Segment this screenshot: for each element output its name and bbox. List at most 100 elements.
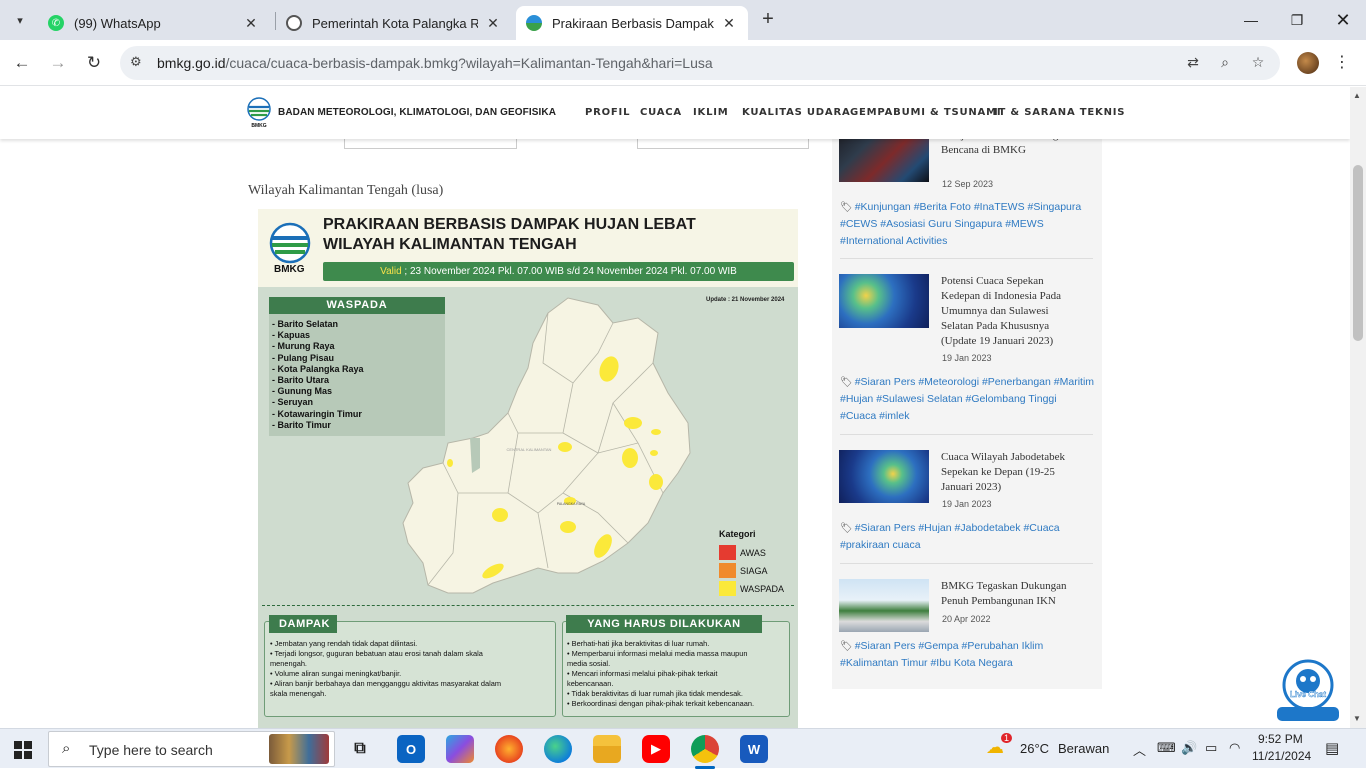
menu-gempabumi[interactable]: GEMPABUMI & TSUNAMI [850, 107, 1001, 118]
tag-link[interactable]: #Cuaca [1023, 522, 1059, 534]
copilot-icon[interactable] [446, 735, 474, 763]
weather-desc[interactable]: Berawan [1058, 741, 1109, 756]
restore-button[interactable]: ❐ [1274, 0, 1320, 40]
dampak-header: DAMPAK [269, 615, 337, 633]
tag-link[interactable]: #InaTEWS [974, 201, 1025, 213]
notification-icon[interactable]: ▤ [1325, 739, 1339, 757]
news-tags: 🏷 #Siaran Pers #Gempa #Perubahan Iklim #K… [840, 638, 1095, 672]
scrollbar-thumb[interactable] [1353, 165, 1363, 341]
tag-link[interactable]: #International Activities [840, 235, 947, 247]
file-explorer-icon[interactable] [593, 735, 621, 763]
tag-link[interactable]: #Kalimantan Timur [840, 657, 928, 669]
svg-text:PALANGKA RAYA: PALANGKA RAYA [557, 502, 586, 506]
tag-link[interactable]: #Ibu Kota Negara [930, 657, 1012, 669]
tag-link[interactable]: #Singapura [1028, 201, 1082, 213]
news-title[interactable]: BMKG Tegaskan Dukungan Penuh Pembangunan… [941, 579, 1091, 609]
outlook-icon[interactable]: O [397, 735, 425, 763]
news-thumbnail[interactable] [839, 274, 929, 328]
tag-link[interactable]: #imlek [879, 410, 909, 422]
tag-link[interactable]: #Siaran Pers [855, 640, 916, 652]
chrome-icon[interactable] [691, 735, 719, 763]
tag-link[interactable]: #Hujan [840, 393, 873, 405]
weather-temp[interactable]: 26°C [1020, 741, 1049, 756]
tab-pemerintah[interactable]: Pemerintah Kota Palangka Raya ✕ [276, 6, 512, 40]
forward-button[interactable]: → [45, 50, 71, 76]
youtube-icon[interactable]: ▶ [642, 735, 670, 763]
scroll-up-icon[interactable]: ▲ [1353, 91, 1361, 100]
tag-link[interactable]: #Sulawesi Selatan [876, 393, 962, 405]
site-info-icon[interactable]: ⚙ [130, 54, 142, 70]
volume-icon[interactable]: 🔊 [1181, 740, 1197, 756]
live-chat-button[interactable]: Live Chat [1276, 659, 1340, 723]
task-view-icon[interactable]: ⧉ [346, 735, 374, 763]
tag-link[interactable]: #Siaran Pers [855, 376, 916, 388]
clock-date[interactable]: 11/21/2024 [1252, 749, 1311, 763]
close-window-button[interactable]: ✕ [1320, 0, 1366, 40]
close-tab-icon[interactable]: ✕ [242, 15, 260, 32]
new-tab-button[interactable]: + [756, 8, 780, 32]
taskbar-search-box[interactable]: ⌕ Type here to search [48, 731, 335, 767]
list-item: menengah. [270, 659, 307, 668]
browser-menu-icon[interactable]: ⋮ [1334, 52, 1350, 72]
back-button[interactable]: ← [9, 50, 35, 76]
tag-link[interactable]: #Maritim [1054, 376, 1094, 388]
tag-link[interactable]: #Penerbangan [982, 376, 1051, 388]
tag-link[interactable]: #Asosiasi Guru Singapura [880, 218, 1002, 230]
news-thumbnail[interactable] [839, 450, 929, 503]
windows-start-icon[interactable] [14, 741, 32, 759]
tag-link[interactable]: #Berita Foto [914, 201, 971, 213]
reload-button[interactable]: ↻ [81, 50, 107, 76]
tag-link[interactable]: #Kunjungan [855, 201, 911, 213]
tag-link[interactable]: #Jabodetabek [955, 522, 1021, 534]
battery-icon[interactable]: ▭ [1205, 740, 1217, 756]
tag-link[interactable]: #Meteorologi [918, 376, 979, 388]
url-text[interactable]: bmkg.go.id/cuaca/cuaca-berbasis-dampak.b… [157, 55, 713, 71]
profile-avatar[interactable] [1297, 52, 1319, 74]
tab-whatsapp[interactable]: ✆ (99) WhatsApp ✕ [38, 6, 270, 40]
menu-kualitas-udara[interactable]: KUALITAS UDARA [742, 107, 851, 118]
update-date: Update : 21 November 2024 [706, 297, 785, 303]
close-tab-icon[interactable]: ✕ [720, 15, 738, 32]
news-thumbnail[interactable] [839, 579, 929, 632]
menu-cuaca[interactable]: CUACA [640, 107, 682, 118]
region-title: Wilayah Kalimantan Tengah (lusa) [248, 183, 444, 198]
wifi-icon[interactable]: ◠ [1229, 740, 1240, 756]
tag-link[interactable]: #MEWS [1005, 218, 1044, 230]
scroll-down-icon[interactable]: ▼ [1353, 714, 1361, 723]
news-title[interactable]: Potensi Cuaca Sepekan Kedepan di Indones… [941, 274, 1091, 349]
menu-profil[interactable]: PROFIL [585, 107, 630, 118]
tag-link[interactable]: #Gempa [918, 640, 958, 652]
minimize-button[interactable]: — [1228, 0, 1274, 40]
word-icon[interactable]: W [740, 735, 768, 763]
divider [840, 434, 1093, 435]
list-item: • Berhati-hati jika beraktivitas di luar… [567, 639, 710, 648]
site-header: BMKG BADAN METEOROLOGI, KLIMATOLOGI, DAN… [0, 87, 1350, 139]
tag-link[interactable]: #Gelombang Tinggi [966, 393, 1057, 405]
tag-link[interactable]: #prakiraan cuaca [840, 539, 921, 551]
edge-icon[interactable] [544, 735, 572, 763]
tag-link[interactable]: #Perubahan Iklim [962, 640, 1044, 652]
tab-bmkg-active[interactable]: Prakiraan Berbasis Dampak Wila ✕ [516, 6, 748, 40]
chevron-up-icon[interactable]: ︿ [1133, 740, 1146, 759]
tag-link[interactable]: #Siaran Pers [855, 522, 916, 534]
infographic-title: PRAKIRAAN BERBASIS DAMPAK HUJAN LEBAT [323, 216, 696, 233]
menu-iklim[interactable]: IKLIM [693, 107, 729, 118]
tag-link[interactable]: #CEWS [840, 218, 877, 230]
bookmark-star-icon[interactable]: ☆ [1248, 54, 1268, 74]
keyboard-icon[interactable]: ⌨ [1157, 740, 1176, 756]
news-title[interactable]: Cuaca Wilayah Jabodetabek Sepekan ke Dep… [941, 450, 1091, 495]
firefox-icon[interactable] [495, 735, 523, 763]
zoom-icon[interactable]: ⌕ [1215, 54, 1235, 74]
tab-search-button[interactable]: ▾ [8, 8, 32, 32]
bmkg-logo[interactable]: BMKG [247, 97, 271, 129]
list-item: • Memperbarui informasi melalui media ma… [567, 649, 748, 658]
address-bar[interactable]: ⚙ bmkg.go.id/cuaca/cuaca-berbasis-dampak… [120, 46, 1280, 80]
translate-icon[interactable]: ⇄ [1183, 54, 1203, 74]
close-tab-icon[interactable]: ✕ [484, 15, 502, 32]
whatsapp-icon: ✆ [48, 15, 64, 31]
menu-it-sarana[interactable]: IT & SARANA TEKNIS [994, 107, 1125, 118]
clock-time[interactable]: 9:52 PM [1258, 732, 1303, 746]
tag-link[interactable]: #Cuaca [840, 410, 876, 422]
page-scrollbar[interactable]: ▲ ▼ [1350, 87, 1366, 728]
tag-link[interactable]: #Hujan [918, 522, 951, 534]
